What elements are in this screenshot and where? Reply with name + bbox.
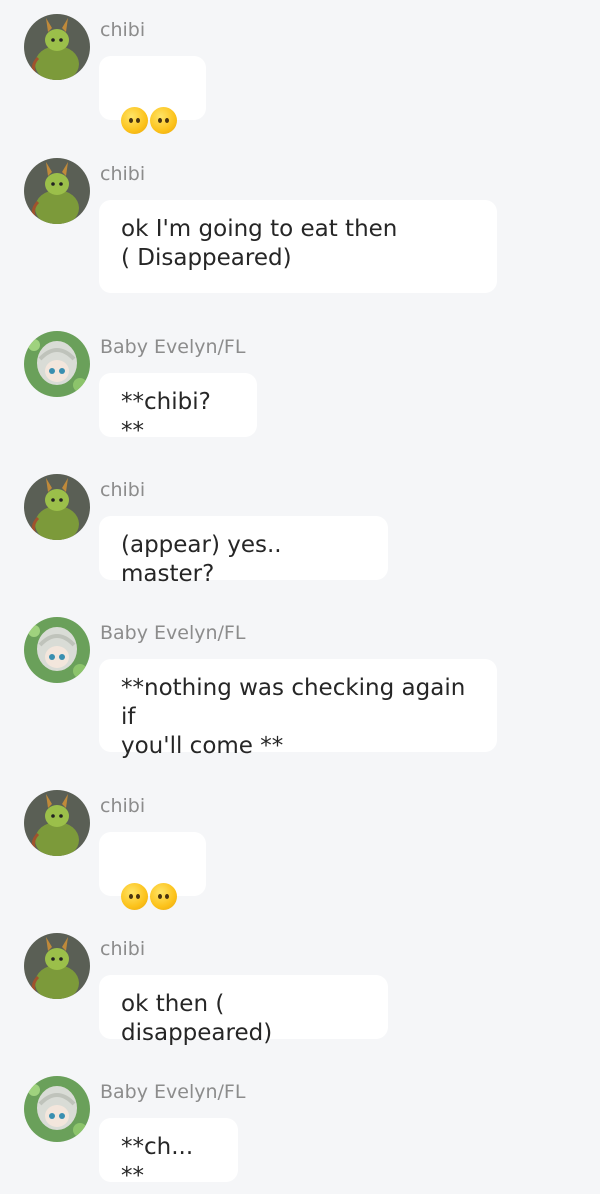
sender-name: chibi bbox=[100, 479, 146, 501]
face-without-mouth-icon bbox=[150, 107, 177, 134]
evelyn-avatar[interactable] bbox=[24, 1076, 90, 1142]
face-without-mouth-icon bbox=[121, 107, 148, 134]
message-bubble[interactable]: ok I'm going to eat then ( Disappeared) bbox=[99, 200, 497, 293]
sender-name: Baby Evelyn/FL bbox=[100, 336, 246, 358]
sender-name: Baby Evelyn/FL bbox=[100, 1081, 246, 1103]
sender-name: chibi bbox=[100, 938, 146, 960]
chibi-avatar[interactable] bbox=[24, 158, 90, 224]
message-bubble[interactable]: ok then ( disappeared) bbox=[99, 975, 388, 1046]
sender-name: chibi bbox=[100, 163, 146, 185]
message-bubble[interactable] bbox=[99, 56, 206, 134]
emoji-row bbox=[121, 879, 184, 912]
chibi-avatar[interactable] bbox=[24, 14, 90, 80]
emoji-row bbox=[121, 103, 184, 136]
message-bubble[interactable] bbox=[99, 832, 206, 910]
sender-name: chibi bbox=[100, 795, 146, 817]
chibi-avatar[interactable] bbox=[24, 933, 90, 999]
face-without-mouth-icon bbox=[150, 883, 177, 910]
face-without-mouth-icon bbox=[121, 883, 148, 910]
message-bubble[interactable]: (appear) yes.. master? bbox=[99, 516, 388, 587]
message-bubble[interactable]: **ch... ** bbox=[99, 1118, 238, 1189]
chibi-avatar[interactable] bbox=[24, 790, 90, 856]
evelyn-avatar[interactable] bbox=[24, 617, 90, 683]
chibi-avatar[interactable] bbox=[24, 474, 90, 540]
sender-name: chibi bbox=[100, 19, 146, 41]
sender-name: Baby Evelyn/FL bbox=[100, 622, 246, 644]
message-bubble[interactable]: **chibi? ** bbox=[99, 373, 257, 444]
message-bubble[interactable]: **nothing was checking again if you'll c… bbox=[99, 659, 497, 759]
evelyn-avatar[interactable] bbox=[24, 331, 90, 397]
